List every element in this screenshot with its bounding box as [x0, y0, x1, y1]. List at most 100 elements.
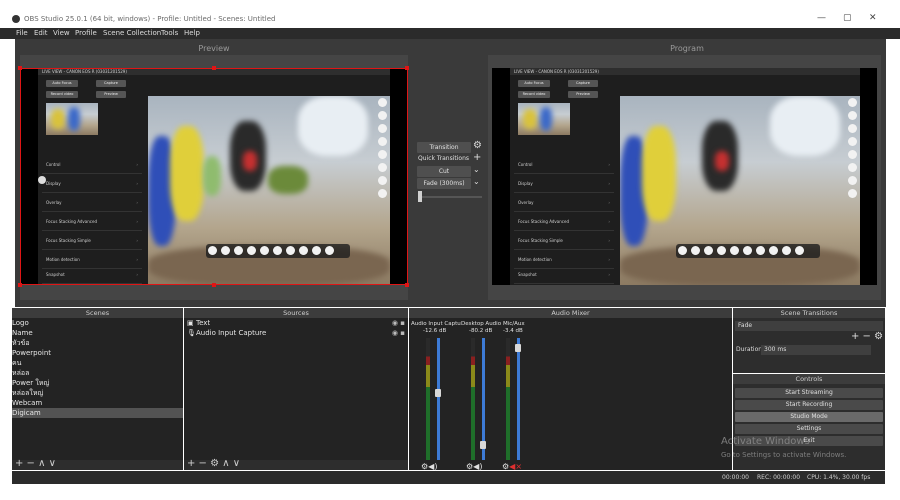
program-menu-focus-stacking-simple: Focus Stacking Simple ›: [514, 232, 614, 250]
scenes-title: Scenes: [12, 308, 183, 318]
menu-help[interactable]: Help: [184, 29, 200, 37]
resize-handle[interactable]: [405, 283, 409, 287]
tbar-handle[interactable]: [418, 191, 422, 202]
program-menu-overlay: Overlay ›: [514, 194, 614, 212]
channel-3-meter: [506, 338, 510, 460]
add-icon[interactable]: +: [473, 152, 481, 163]
studio-mode-button[interactable]: Studio Mode: [735, 412, 883, 422]
minimize-button[interactable]: —: [817, 13, 826, 23]
program-menu-snapshot: Snapshot ›: [514, 266, 614, 284]
channel-1-fader-knob[interactable]: [435, 389, 441, 398]
menu-scene-collection[interactable]: Scene Collection: [103, 29, 161, 37]
program-screen: LIVE VIEW - CANON EOS R (03031201529) Au…: [492, 68, 877, 285]
scene-item[interactable]: Webcam: [12, 398, 183, 408]
scene-item[interactable]: Logo: [12, 318, 183, 328]
source-item-text[interactable]: ▣ Text ◉ ▪: [184, 318, 408, 328]
resize-handle[interactable]: [18, 283, 22, 287]
scene-item[interactable]: หัวข้อ: [12, 338, 183, 348]
program-menu-display: Display ›: [514, 175, 614, 193]
chevron-down-icon[interactable]: ⌄: [473, 165, 480, 174]
status-bar: 00:00:00 REC: 00:00:00 CPU: 1.4%, 30.00 …: [12, 471, 885, 484]
channel-2-fader-knob[interactable]: [480, 440, 486, 449]
channel-2-meter: [471, 338, 475, 460]
menu-file[interactable]: File: [16, 29, 28, 37]
live-time: 00:00:00: [722, 474, 749, 481]
resize-handle[interactable]: [212, 66, 216, 70]
program-menu-focus-stacking-advanced: Focus Stacking Advanced ›: [514, 213, 614, 231]
channel-3-controls[interactable]: ⚙◀×: [502, 462, 522, 471]
menu-view[interactable]: View: [53, 29, 70, 37]
duration-label: Duration: [736, 346, 763, 353]
cpu-fps: CPU: 1.4%, 30.00 fps: [807, 474, 871, 481]
resize-handle[interactable]: [18, 66, 22, 70]
channel-3-db: -3.4 dB: [503, 328, 523, 334]
preview-label: Preview: [198, 44, 230, 53]
scene-transitions-dock: Scene Transitions Fade + − ⚙ Duration 30…: [733, 308, 885, 373]
program-label: Program: [670, 44, 704, 53]
sources-title: Sources: [184, 308, 408, 318]
scene-item[interactable]: หล่อล: [12, 368, 183, 378]
program-record-video-button: Record video: [518, 91, 550, 98]
sources-list: ▣ Text ◉ ▪ 🎙 Audio Input Capture ◉ ▪: [184, 318, 408, 460]
channel-1-db: -12.6 dB: [423, 328, 447, 334]
eye-icon[interactable]: ◉ ▪: [392, 328, 405, 338]
audio-mixer-title: Audio Mixer: [409, 308, 732, 318]
menu-profile[interactable]: Profile: [75, 29, 97, 37]
duration-input[interactable]: 300 ms: [761, 345, 871, 355]
channel-1-fader[interactable]: [437, 338, 440, 460]
menu-bar: File Edit View Profile Scene Collection …: [0, 28, 900, 39]
transition-select[interactable]: Fade: [735, 321, 883, 331]
program-capture-button: Capture: [568, 80, 598, 87]
channel-1-controls[interactable]: ⚙◀): [421, 462, 437, 471]
program-auto-focus-button: Auto Focus: [518, 80, 550, 87]
eye-icon[interactable]: ◉ ▪: [392, 318, 405, 328]
menu-edit[interactable]: Edit: [34, 29, 48, 37]
program-side-toolbar: [848, 98, 858, 202]
tbar-track[interactable]: [418, 196, 482, 198]
fade-button[interactable]: Fade (300ms): [417, 178, 471, 189]
maximize-button[interactable]: ▢: [843, 13, 852, 23]
scene-item[interactable]: Powerpoint: [12, 348, 183, 358]
start-recording-button[interactable]: Start Recording: [735, 400, 883, 410]
program-liveview-title: LIVE VIEW - CANON EOS R (03031201529): [510, 68, 860, 75]
scene-item[interactable]: Name: [12, 328, 183, 338]
close-button[interactable]: ✕: [869, 13, 877, 23]
source-item-audio[interactable]: 🎙 Audio Input Capture ◉ ▪: [184, 328, 408, 338]
cut-button[interactable]: Cut: [417, 166, 471, 177]
scenes-toolbar[interactable]: + − ∧ ∨: [15, 458, 56, 469]
sources-dock: Sources ▣ Text ◉ ▪ 🎙 Audio Input Capture…: [184, 308, 408, 470]
sources-toolbar[interactable]: + − ⚙ ∧ ∨: [187, 458, 240, 469]
channel-3-fader-knob[interactable]: [515, 343, 521, 352]
settings-button[interactable]: Settings: [735, 424, 883, 434]
start-streaming-button[interactable]: Start Streaming: [735, 388, 883, 398]
scenes-list: Logo Name หัวข้อ Powerpoint คน หล่อล Pow…: [12, 318, 183, 460]
scene-item[interactable]: หล่อลใหญ่: [12, 388, 183, 398]
activate-windows-title: Activate Windows: [721, 436, 810, 447]
rec-time: REC: 00:00:00: [757, 474, 801, 481]
resize-handle[interactable]: [405, 66, 409, 70]
transition-button[interactable]: Transition: [417, 142, 471, 153]
transition-actions[interactable]: + − ⚙: [851, 331, 883, 342]
selection-frame: [20, 68, 408, 285]
program-thumbnail-image: [518, 103, 570, 135]
program-bottom-toolbar: [676, 244, 820, 258]
window-title: OBS Studio 25.0.1 (64 bit, windows) - Pr…: [24, 15, 276, 23]
microphone-icon: 🎙: [187, 329, 196, 337]
scene-item[interactable]: Power ใหญ่: [12, 378, 183, 388]
channel-3-fader[interactable]: [517, 338, 520, 460]
resize-handle[interactable]: [212, 283, 216, 287]
gear-icon[interactable]: ⚙: [473, 140, 482, 151]
scene-item-selected[interactable]: Digicam: [12, 408, 183, 418]
quick-transitions-label: Quick Transitions: [418, 155, 470, 162]
activate-windows-hint: Go to Settings to activate Windows.: [721, 451, 847, 459]
channel-2-db: -80.2 dB: [469, 328, 493, 334]
chevron-down-icon[interactable]: ⌄: [473, 177, 480, 186]
controls-title: Controls: [733, 374, 885, 384]
scene-item[interactable]: คน: [12, 358, 183, 368]
image-icon: ▣: [187, 319, 194, 327]
menu-tools[interactable]: Tools: [161, 29, 178, 37]
channel-2-controls[interactable]: ⚙◀): [466, 462, 482, 471]
channel-1-meter: [426, 338, 430, 460]
channel-3-name: Mic/Aux: [503, 321, 525, 327]
program-liveview-window: LIVE VIEW - CANON EOS R (03031201529) Au…: [510, 68, 860, 285]
